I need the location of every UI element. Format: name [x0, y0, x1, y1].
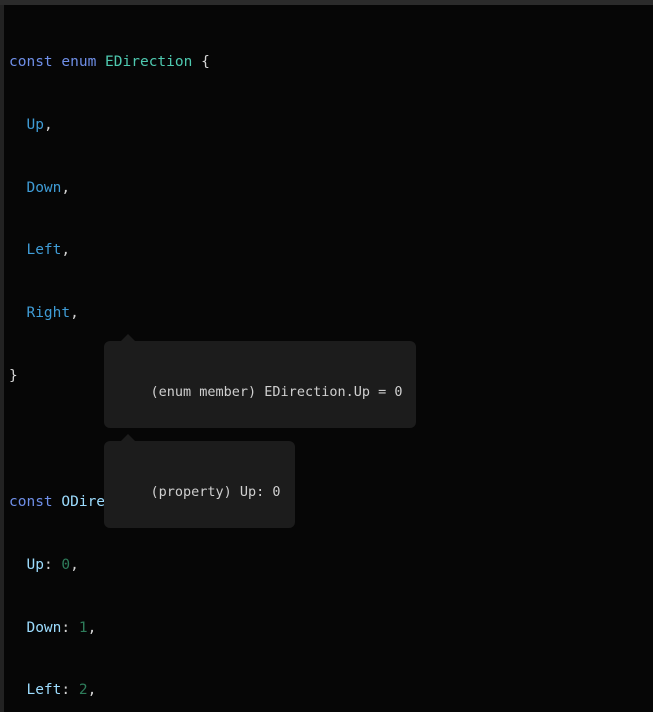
token-prop-down: Down	[26, 620, 61, 636]
code-line-1[interactable]: const enum EDirection {	[9, 52, 653, 73]
code-line-10[interactable]: Down: 1,	[9, 618, 653, 639]
token-number-0: 0	[61, 557, 70, 573]
tooltip-arrow-icon	[120, 434, 136, 442]
tooltip-enum-member: (enum member) EDirection.Up = 0	[104, 341, 416, 428]
code-line-2[interactable]: Up,	[9, 115, 653, 136]
tooltip-property: (property) Up: 0	[104, 441, 295, 528]
tooltip-property-text: (property) Up: 0	[151, 484, 281, 500]
token-brace-open: {	[192, 54, 209, 70]
token-keyword-const-2: const	[9, 494, 53, 510]
token-brace-close: }	[9, 368, 18, 384]
editor-window: const enum EDirection { Up, Down, Left, …	[0, 0, 653, 712]
code-line-5[interactable]: Right,	[9, 303, 653, 324]
token-member-left: Left	[26, 242, 61, 258]
token-member-down: Down	[26, 180, 61, 196]
code-line-11[interactable]: Left: 2,	[9, 680, 653, 701]
tooltip-arrow-icon	[120, 334, 136, 342]
code-line-3[interactable]: Down,	[9, 178, 653, 199]
code-line-4[interactable]: Left,	[9, 240, 653, 261]
token-keyword-enum: enum	[61, 54, 96, 70]
code-line-9[interactable]: Up: 0,	[9, 555, 653, 576]
token-prop-up: Up	[26, 557, 43, 573]
token-member-up: Up	[26, 117, 43, 133]
token-keyword-const: const	[9, 54, 53, 70]
token-type-edirection: EDirection	[105, 54, 192, 70]
token-number-1: 1	[79, 620, 88, 636]
tooltip-enum-member-text: (enum member) EDirection.Up = 0	[151, 384, 403, 400]
token-number-2: 2	[79, 682, 88, 698]
token-prop-left: Left	[26, 682, 61, 698]
token-member-right: Right	[26, 305, 70, 321]
